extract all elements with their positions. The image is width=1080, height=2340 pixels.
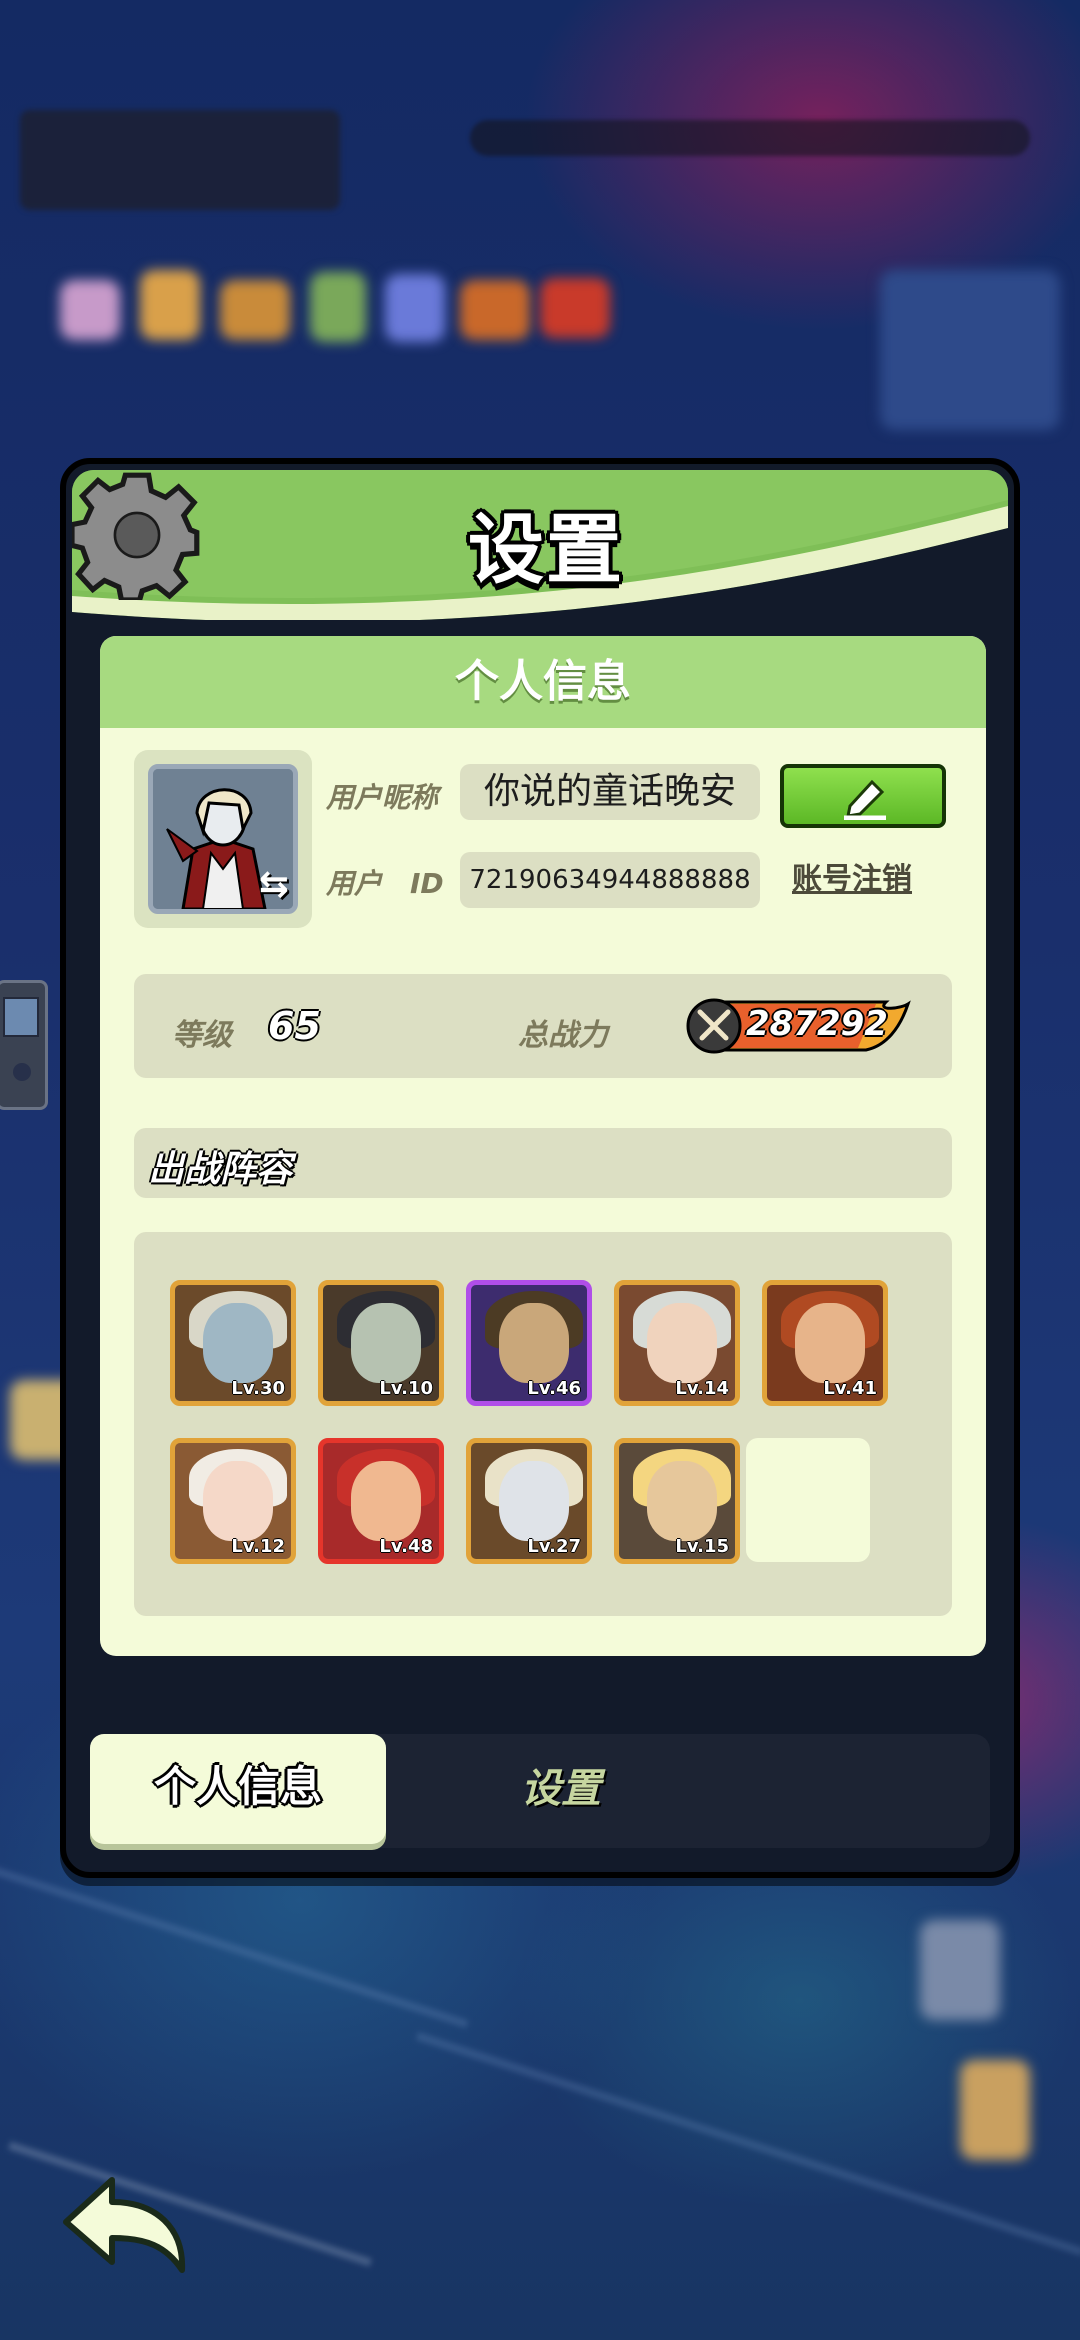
deregister-account-link[interactable]: 账号注销 <box>792 854 912 898</box>
blurred-player-bar <box>20 110 340 210</box>
hero-card[interactable]: Lv.14 <box>614 1280 740 1406</box>
profile-panel: 个人信息 ⇆ 用户昵称 你说的童话晚安 用户 ID 72190634944888… <box>100 636 986 1656</box>
swap-icon[interactable]: ⇆ <box>259 864 289 905</box>
hero-portrait <box>351 1303 421 1383</box>
nickname-label: 用户昵称 <box>326 781 439 814</box>
hero-level: Lv.10 <box>379 1378 433 1399</box>
pencil-icon <box>844 779 886 820</box>
tab-settings[interactable]: 设置 <box>436 1734 686 1844</box>
power-label: 总战力 <box>518 1018 608 1053</box>
avatar[interactable]: ⇆ <box>148 764 298 914</box>
hero-portrait <box>351 1461 421 1541</box>
edit-nickname-button[interactable] <box>780 764 946 828</box>
profile-section-title: 个人信息 <box>100 636 986 728</box>
tab-personal-info[interactable]: 个人信息 <box>90 1734 386 1844</box>
empty-hero-slot[interactable] <box>746 1438 870 1562</box>
hero-level: Lv.12 <box>231 1536 285 1557</box>
hero-level: Lv.30 <box>231 1378 285 1399</box>
hero-card[interactable]: Lv.27 <box>466 1438 592 1564</box>
hero-level: Lv.41 <box>823 1378 877 1399</box>
hero-level: Lv.48 <box>379 1536 433 1557</box>
side-device-button[interactable] <box>0 980 48 1110</box>
back-arrow-icon[interactable] <box>56 2172 196 2282</box>
power-value: 287292 <box>746 1004 888 1044</box>
hero-level: Lv.27 <box>527 1536 581 1557</box>
hero-portrait <box>203 1461 273 1541</box>
hero-level: Lv.15 <box>675 1536 729 1557</box>
power-badge: 287292 <box>686 998 912 1054</box>
hero-portrait <box>203 1303 273 1383</box>
lineup-header: 出战阵容 <box>134 1128 952 1198</box>
level-label: 等级 <box>172 1018 232 1053</box>
user-id-label: 用户 ID <box>326 867 444 900</box>
hero-card[interactable]: Lv.12 <box>170 1438 296 1564</box>
hero-card[interactable]: Lv.10 <box>318 1280 444 1406</box>
hero-card[interactable]: Lv.30 <box>170 1280 296 1406</box>
hero-portrait <box>499 1303 569 1383</box>
hero-portrait <box>647 1461 717 1541</box>
hero-card[interactable]: Lv.15 <box>614 1438 740 1564</box>
blurred-currency-bar <box>470 120 1030 156</box>
hero-portrait <box>647 1303 717 1383</box>
avatar-frame[interactable]: ⇆ <box>134 750 312 928</box>
hero-portrait <box>795 1303 865 1383</box>
tab-bar: 个人信息 设置 <box>90 1734 990 1848</box>
user-id-field: 72190634944888888 <box>460 852 760 908</box>
hero-card[interactable]: Lv.41 <box>762 1280 888 1406</box>
nickname-field: 你说的童话晚安 <box>460 764 760 820</box>
level-value: 65 <box>268 1004 321 1048</box>
settings-dialog: 设置 个人信息 ⇆ 用户昵称 你说的童话晚安 用户 ID 72190634944… <box>60 458 1020 1878</box>
hero-portrait <box>499 1461 569 1541</box>
stats-row: 等级 65 总战力 287292 <box>134 974 952 1078</box>
hero-card[interactable]: Lv.48 <box>318 1438 444 1564</box>
hero-card[interactable]: Lv.46 <box>466 1280 592 1406</box>
hero-level: Lv.14 <box>675 1378 729 1399</box>
dialog-title: 设置 <box>468 505 624 594</box>
hero-level: Lv.46 <box>527 1378 581 1399</box>
lineup-grid: Lv.30 Lv.10 Lv.46 Lv.14 Lv.41 Lv.12 Lv.48 Lv.27… <box>134 1232 952 1616</box>
lineup-title: 出战阵容 <box>148 1149 293 1190</box>
